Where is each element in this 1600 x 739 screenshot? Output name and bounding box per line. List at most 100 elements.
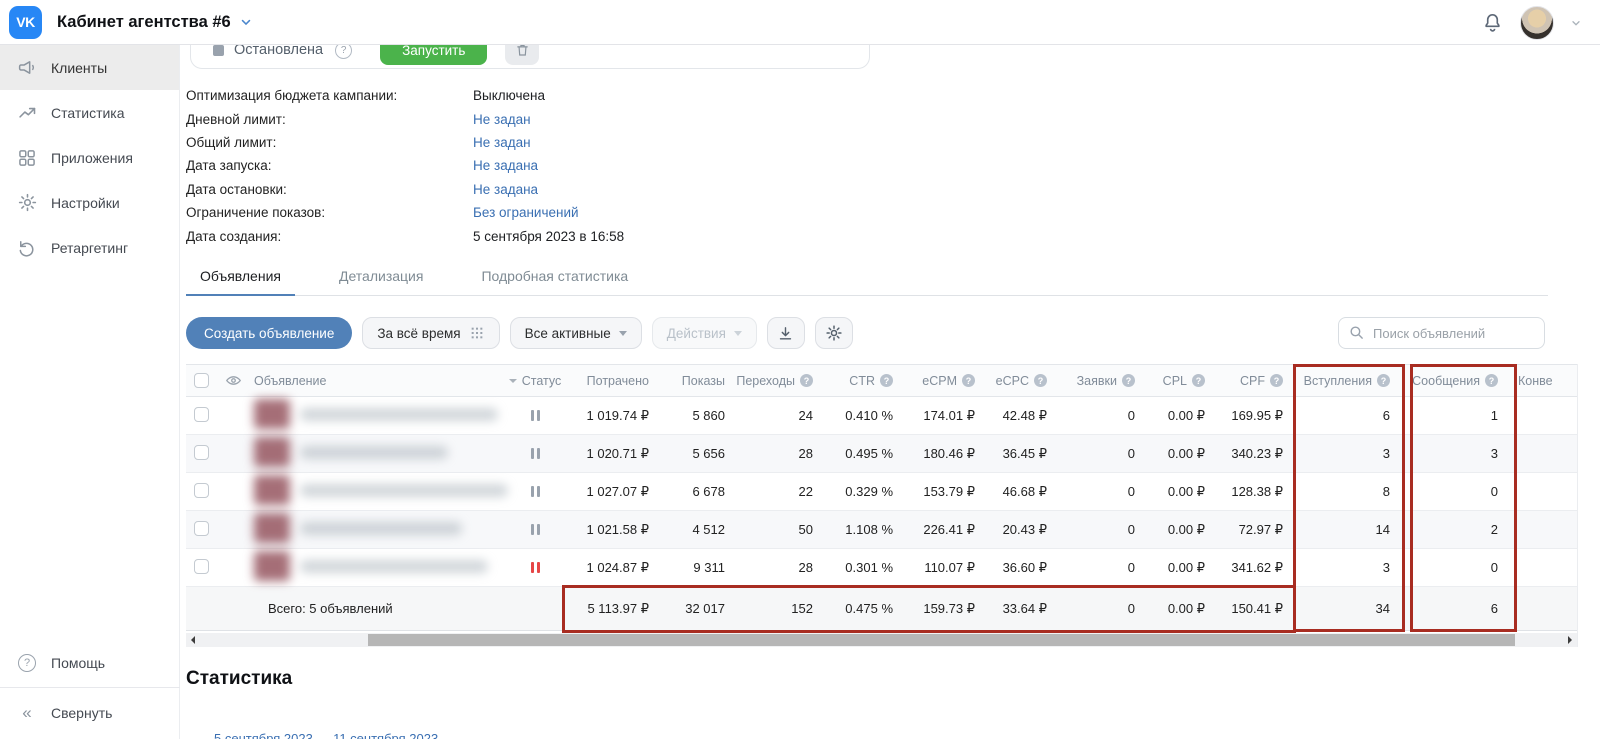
cell-spent: 1 024.87 ₽ <box>566 560 661 576</box>
gear-icon <box>16 192 38 214</box>
actions-dropdown[interactable]: Действия <box>652 317 757 349</box>
row-checkbox[interactable] <box>186 445 216 463</box>
campaign-detail-row: Общий лимит:Не задан <box>186 131 624 154</box>
detail-value[interactable]: Без ограничений <box>473 205 579 220</box>
table-settings-button[interactable] <box>815 317 853 349</box>
notifications-bell-icon[interactable] <box>1481 11 1504 34</box>
column-label: Заявки <box>1077 374 1117 388</box>
statistics-title: Статистика <box>186 668 292 690</box>
cell-joins: 14 <box>1295 522 1408 537</box>
column-label: Конве <box>1518 374 1553 388</box>
column-header-ecpm[interactable]: eCPM? <box>905 374 987 388</box>
create-ad-button[interactable]: Создать объявление <box>186 317 352 349</box>
sidebar-divider <box>0 687 180 688</box>
table-row[interactable]: 1 024.87 ₽9 311280.301 %110.07 ₽36.60 ₽0… <box>186 549 1577 587</box>
column-help-icon[interactable]: ? <box>880 374 893 387</box>
column-header-shows[interactable]: Показы <box>661 374 737 388</box>
tab-item[interactable]: Подробная статистика <box>467 264 642 295</box>
collapse-icon: « <box>16 702 38 724</box>
user-avatar[interactable] <box>1520 6 1554 40</box>
table-row[interactable]: 1 021.58 ₽4 512501.108 %226.41 ₽20.43 ₽0… <box>186 511 1577 549</box>
column-header-joins[interactable]: Вступления? <box>1295 374 1408 388</box>
detail-value[interactable]: Не задана <box>473 158 538 173</box>
table-row[interactable]: 1 027.07 ₽6 678220.329 %153.79 ₽46.68 ₽0… <box>186 473 1577 511</box>
table-row[interactable]: 1 019.74 ₽5 860240.410 %174.01 ₽42.48 ₽0… <box>186 397 1577 435</box>
cell-cpl: 0.00 ₽ <box>1147 522 1217 538</box>
column-help-icon[interactable]: ? <box>1192 374 1205 387</box>
cell-shows: 5 860 <box>661 408 737 423</box>
column-header-clicks[interactable]: Переходы? <box>737 374 825 388</box>
cabinet-title[interactable]: Кабинет агентства #6 <box>57 13 231 32</box>
column-header-messages[interactable]: Сообщения? <box>1408 374 1518 388</box>
select-all-checkbox[interactable] <box>186 373 216 388</box>
cabinet-chevron-down-icon[interactable] <box>239 15 253 29</box>
detail-value[interactable]: Не задана <box>473 182 538 197</box>
cell-ecpc: 36.60 ₽ <box>987 560 1059 576</box>
vk-logo[interactable]: VK <box>9 6 42 39</box>
column-help-icon[interactable]: ? <box>1377 374 1390 387</box>
row-checkbox[interactable] <box>186 407 216 425</box>
scroll-right-arrow-icon[interactable] <box>1568 636 1572 644</box>
column-label: Потрачено <box>587 374 649 388</box>
column-help-icon[interactable]: ? <box>800 374 813 387</box>
detail-value[interactable]: Не задан <box>473 135 531 150</box>
column-help-icon[interactable]: ? <box>1270 374 1283 387</box>
detail-value[interactable]: Не задан <box>473 112 531 127</box>
sidebar-item-chart-trend[interactable]: Статистика <box>0 90 179 135</box>
tab-active[interactable]: Объявления <box>186 264 295 295</box>
column-header-status[interactable]: Статус <box>504 374 566 388</box>
ads-toolbar: Создать объявление За всё время Все акти… <box>186 317 1558 351</box>
ads-table: ОбъявлениеСтатус Потрачено ПоказыПереходы?… <box>186 364 1578 647</box>
sidebar-item-retarget[interactable]: Ретаргетинг <box>0 225 179 270</box>
column-header-cpl[interactable]: CPL? <box>1147 374 1217 388</box>
column-header-conv[interactable]: Конве <box>1518 374 1578 388</box>
detail-label: Ограничение показов: <box>186 205 473 220</box>
sidebar-item-megaphone[interactable]: Клиенты <box>0 45 179 90</box>
column-header-name[interactable]: Объявление <box>250 374 504 388</box>
column-label: CPF <box>1240 374 1265 388</box>
sidebar-item-collapse[interactable]: «Свернуть <box>0 690 180 735</box>
detail-value: Выключена <box>473 88 545 103</box>
statistics-date-range[interactable]: 5 сентября 2023 — 11 сентября 2023 <box>214 731 438 739</box>
row-checkbox[interactable] <box>186 521 216 539</box>
campaign-detail-row: Дата создания:5 сентября 2023 в 16:58 <box>186 224 624 247</box>
ad-thumbnail <box>254 513 290 543</box>
profile-chevron-down-icon[interactable] <box>1570 17 1582 29</box>
column-help-icon[interactable]: ? <box>1485 374 1498 387</box>
table-row[interactable]: 1 020.71 ₽5 656280.495 %180.46 ₽36.45 ₽0… <box>186 435 1577 473</box>
column-help-icon[interactable]: ? <box>962 374 975 387</box>
tab-item[interactable]: Детализация <box>325 264 437 295</box>
sidebar-item-apps-grid[interactable]: Приложения <box>0 135 179 180</box>
sidebar-item-help-circle[interactable]: ?Помощь <box>0 640 180 685</box>
campaign-detail-row: Ограничение показов:Без ограничений <box>186 201 624 224</box>
column-help-icon[interactable]: ? <box>1122 374 1135 387</box>
sidebar-item-gear[interactable]: Настройки <box>0 180 179 225</box>
campaign-detail-row: Дата остановки:Не задана <box>186 178 624 201</box>
column-header-leads[interactable]: Заявки? <box>1059 374 1147 388</box>
column-header-spent[interactable]: Потрачено <box>566 374 661 388</box>
status-pause-icon <box>504 562 566 573</box>
column-label: eCPM <box>922 374 957 388</box>
export-download-button[interactable] <box>767 317 805 349</box>
period-filter-button[interactable]: За всё время <box>362 317 499 349</box>
cell-clicks: 28 <box>737 446 825 461</box>
detail-label: Дневной лимит: <box>186 112 473 127</box>
sidebar-item-label: Ретаргетинг <box>51 240 128 256</box>
status-filter-dropdown[interactable]: Все активные <box>510 317 642 349</box>
row-checkbox[interactable] <box>186 559 216 577</box>
column-header-ecpc[interactable]: eCPC? <box>987 374 1059 388</box>
cell-clicks: 50 <box>737 522 825 537</box>
scrollbar-thumb[interactable] <box>368 634 1515 646</box>
visibility-eye-icon[interactable] <box>216 372 250 389</box>
column-label: CPL <box>1163 374 1187 388</box>
search-ads-input[interactable] <box>1338 317 1545 349</box>
cell-cpf: 341.62 ₽ <box>1217 560 1295 576</box>
column-header-ctr[interactable]: CTR? <box>825 374 905 388</box>
cell-cpf: 72.97 ₽ <box>1217 522 1295 538</box>
column-header-cpf[interactable]: CPF? <box>1217 374 1295 388</box>
cell-cpl: 0.00 ₽ <box>1147 408 1217 424</box>
row-checkbox[interactable] <box>186 483 216 501</box>
ad-thumbnail <box>254 551 290 581</box>
column-help-icon[interactable]: ? <box>1034 374 1047 387</box>
scroll-left-arrow-icon[interactable] <box>191 636 195 644</box>
